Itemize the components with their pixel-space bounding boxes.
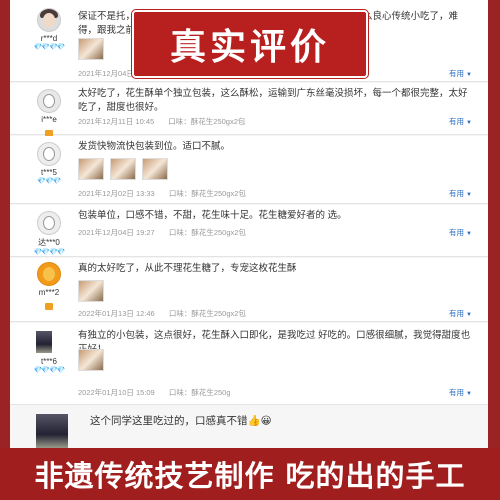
user-block: i***e xyxy=(26,89,72,142)
review-photos xyxy=(78,280,110,307)
review-photo[interactable] xyxy=(78,280,104,302)
useful-button[interactable]: 有用 ▼ xyxy=(449,227,472,238)
review-flavor: 口味：酥花生250gx2包 xyxy=(168,228,246,237)
username[interactable]: i***e xyxy=(26,115,72,124)
review-flavor: 口味：酥花生250gx2包 xyxy=(168,309,246,318)
user-block: 达***0 💎💎💎💎 xyxy=(26,211,72,257)
review-meta: 2021年12月04日 19:27 口味：酥花生250gx2包 xyxy=(78,227,258,238)
avatar[interactable] xyxy=(37,89,61,113)
vip-level-icon: 💎💎💎💎 xyxy=(33,367,66,374)
username[interactable]: m***2 xyxy=(26,288,72,297)
review-item: t***5 💎💎💎 发货快物流快包装到位。适口不腻。 2021年12月02日 1… xyxy=(10,136,488,204)
review-text: 这个同学这里吃过的，口感真不错👍😀 xyxy=(90,415,272,427)
avatar[interactable] xyxy=(37,142,61,166)
user-block: m***2 xyxy=(26,262,72,315)
review-item: 这个同学这里吃过的，口感真不错👍😀 xyxy=(10,406,488,448)
vip-level-icon: 💎💎💎💎 xyxy=(33,249,66,256)
promo-banner: 非遗传统技艺制作 吃的出的手工 xyxy=(0,448,500,500)
caret-down-icon: ▼ xyxy=(466,120,472,126)
caret-down-icon: ▼ xyxy=(466,72,472,78)
review-meta: 2022年01月10日 15:09 口味：酥花生250g xyxy=(78,387,243,398)
review-photo[interactable] xyxy=(78,38,104,60)
review-photos xyxy=(78,158,174,185)
useful-label: 有用 xyxy=(449,69,465,78)
review-text: 真的太好吃了，从此不理花生糖了，专宠这枚花生酥 xyxy=(78,263,297,274)
username[interactable]: 达***0 xyxy=(26,237,72,248)
review-text: 有独立的小包装，这点很好，花生酥入口即化，是我吃过 好吃的。口感很细腻，我觉得甜… xyxy=(78,330,471,355)
review-photos xyxy=(78,38,110,65)
review-text: 太好吃了，花生酥单个独立包装，这么酥松，运输到广东丝毫没损坏，每一个都很完整，太… xyxy=(78,88,468,113)
review-date: 2021年12月04日 xyxy=(78,69,134,78)
authentic-reviews-stamp: 真实评价 xyxy=(132,10,368,78)
caret-down-icon: ▼ xyxy=(466,231,472,237)
avatar[interactable] xyxy=(36,414,68,448)
review-meta: 2022年01月13日 12:46 口味：酥花生250gx2包 xyxy=(78,308,258,319)
caret-down-icon: ▼ xyxy=(466,192,472,198)
useful-label: 有用 xyxy=(449,189,465,198)
useful-label: 有用 xyxy=(449,228,465,237)
review-item: 达***0 💎💎💎💎 包装单位，口感不错，不甜，花生味十足。花生糖爱好者的 选。… xyxy=(10,205,488,257)
review-flavor: 口味：酥花生250g xyxy=(168,388,231,397)
review-flavor: 口味：酥花生250gx2包 xyxy=(168,117,246,126)
review-meta: 2021年12月11日 10:45 口味：酥花生250gx2包 xyxy=(78,116,257,127)
useful-label: 有用 xyxy=(449,388,465,397)
avatar[interactable] xyxy=(37,262,61,286)
review-flavor: 口味：酥花生250gx2包 xyxy=(168,189,246,198)
review-text: 发货快物流快包装到位。适口不腻。 xyxy=(78,141,231,152)
user-block: t***6 💎💎💎💎 xyxy=(26,355,72,375)
user-block: r***d 💎💎💎💎 xyxy=(26,8,72,52)
review-photo[interactable] xyxy=(142,158,168,180)
review-date: 2022年01月10日 15:09 xyxy=(78,388,155,397)
useful-label: 有用 xyxy=(449,117,465,126)
review-date: 2021年12月04日 19:27 xyxy=(78,228,155,237)
caret-down-icon: ▼ xyxy=(466,312,472,318)
useful-button[interactable]: 有用 ▼ xyxy=(449,68,472,79)
review-date: 2021年12月02日 13:33 xyxy=(78,189,155,198)
review-date: 2022年01月13日 12:46 xyxy=(78,309,155,318)
avatar[interactable] xyxy=(36,331,52,353)
review-photo[interactable] xyxy=(78,158,104,180)
review-item: m***2 真的太好吃了，从此不理花生糖了，专宠这枚花生酥 2022年01月13… xyxy=(10,258,488,322)
vip-badge-icon xyxy=(45,303,53,310)
useful-button[interactable]: 有用 ▼ xyxy=(449,387,472,398)
username[interactable]: t***6 xyxy=(26,357,72,366)
frame: r***d 💎💎💎💎 保证不是托，太好吃了，麦芽糖做的花生酥，很地道，现在很少有… xyxy=(0,0,500,500)
review-item: i***e 太好吃了，花生酥单个独立包装，这么酥松，运输到广东丝毫没损坏，每一个… xyxy=(10,83,488,137)
review-item: t***6 💎💎💎💎 有独立的小包装，这点很好，花生酥入口即化，是我吃过 好吃的… xyxy=(10,323,488,405)
review-meta: 2021年12月02日 13:33 口味：酥花生250gx2包 xyxy=(78,188,258,199)
banner-text: 非遗传统技艺制作 吃的出的手工 xyxy=(34,459,466,493)
avatar[interactable] xyxy=(37,211,61,235)
vip-level-icon: 💎💎💎 xyxy=(37,178,61,185)
caret-down-icon: ▼ xyxy=(466,391,472,397)
review-text: 包装单位，口感不错，不甜，花生味十足。花生糖爱好者的 选。 xyxy=(78,210,347,221)
review-photo[interactable] xyxy=(78,349,104,371)
avatar[interactable] xyxy=(37,8,61,32)
useful-button[interactable]: 有用 ▼ xyxy=(449,116,472,127)
useful-button[interactable]: 有用 ▼ xyxy=(449,308,472,319)
vip-level-icon: 💎💎💎💎 xyxy=(33,44,66,51)
stamp-text: 真实评价 xyxy=(169,27,330,68)
username[interactable]: t***5 xyxy=(26,168,72,177)
review-date: 2021年12月11日 10:45 xyxy=(78,117,155,126)
useful-label: 有用 xyxy=(449,309,465,318)
review-photos xyxy=(78,349,110,376)
user-block: t***5 💎💎💎 xyxy=(26,142,72,186)
review-photo[interactable] xyxy=(110,158,136,180)
useful-button[interactable]: 有用 ▼ xyxy=(449,188,472,199)
username[interactable]: r***d xyxy=(26,34,72,43)
